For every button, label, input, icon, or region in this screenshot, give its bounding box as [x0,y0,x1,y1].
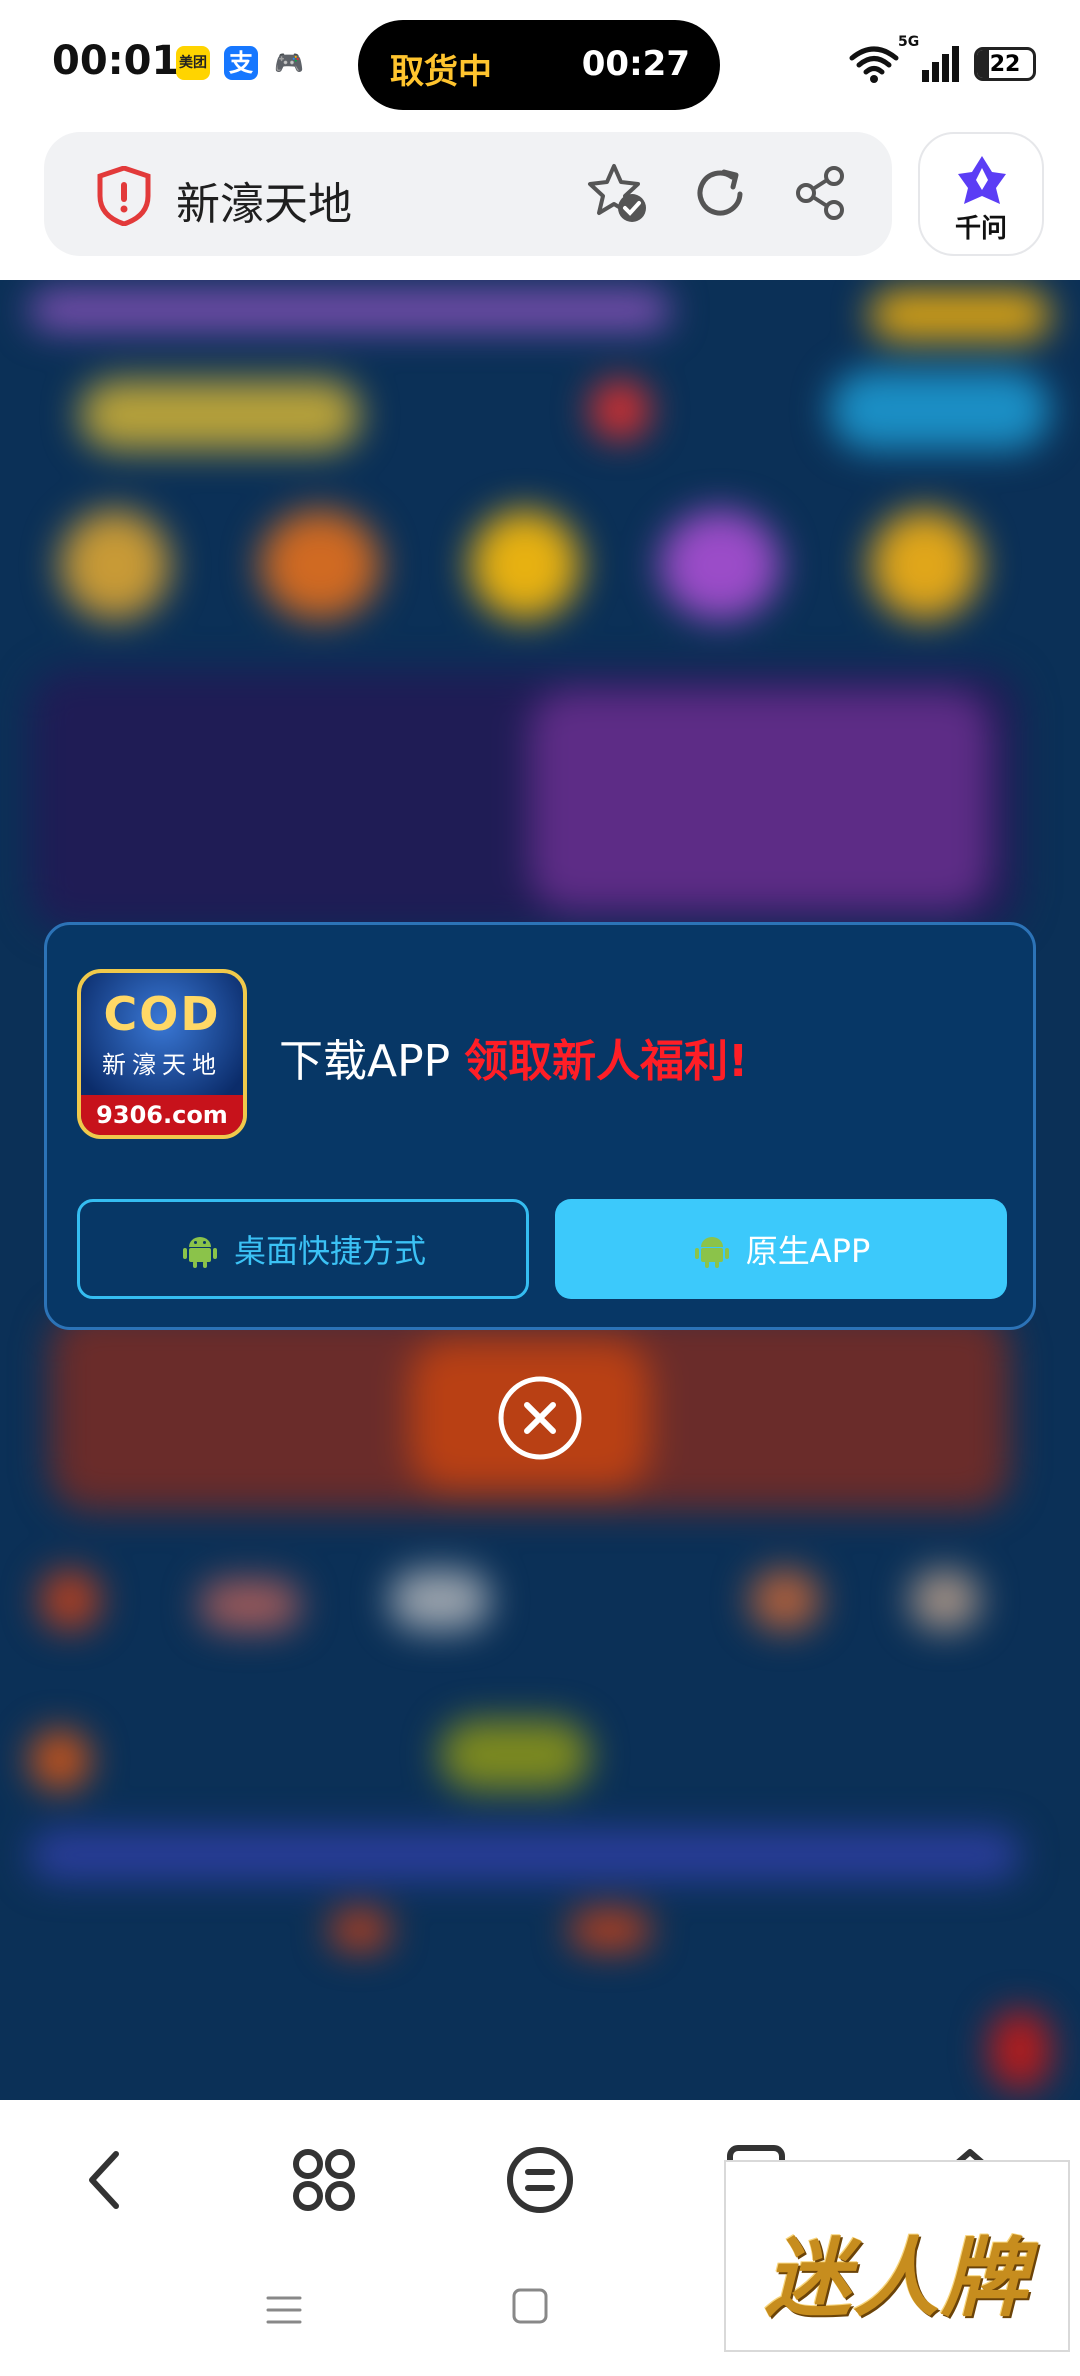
watermark-logo: 迷人牌 [724,2160,1070,2352]
qianwen-label: 千问 [954,214,1007,244]
delivery-timer: 00:27 [581,44,690,84]
status-indicators: 5G 22 [848,34,1036,88]
alipay-icon: 支 [224,46,258,80]
app-icon-url: 9306.com [81,1095,243,1135]
android-icon [182,1237,217,1268]
battery-level: 22 [989,52,1021,77]
native-app-button[interactable]: 原生APP [555,1199,1007,1299]
status-time: 00:01 [52,38,180,84]
close-icon[interactable] [496,1374,584,1462]
headline-promo: 领取新人福利! [464,1036,749,1087]
headline-text: 下载APP [279,1036,465,1087]
watermark-text: 迷人牌 [765,2228,1029,2329]
app-icon: COD 新濠天地 9306.com [77,969,247,1139]
system-home-icon[interactable] [510,2286,550,2326]
page-title[interactable]: 新濠天地 [176,168,352,232]
native-app-label: 原生APP [745,1232,871,1270]
meituan-icon: 美团 [176,46,210,80]
signal-icon [922,46,959,82]
qianwen-logo-icon [958,156,1006,204]
desktop-shortcut-label: 桌面快捷方式 [233,1232,426,1270]
menu-icon[interactable] [500,2140,580,2220]
android-icon [694,1237,729,1268]
cellular-signal: 5G [898,34,962,84]
status-bar: 00:01 美团 支 🎮 取货中 00:27 5G 22 [0,0,1080,128]
app-icon-logo: COD [103,987,221,1041]
address-bar[interactable]: 新濠天地 [44,132,892,256]
apps-grid-icon[interactable] [284,2140,364,2220]
system-recents-icon[interactable] [262,2288,306,2332]
battery-icon: 22 [974,47,1036,81]
live-activity-island[interactable]: 取货中 00:27 [358,20,720,110]
bookmark-star-icon[interactable] [584,160,650,226]
game-icon: 🎮 [272,46,306,80]
app-icon-name: 新濠天地 [102,1051,222,1079]
download-app-modal: COD 新濠天地 9306.com 下载APP 领取新人福利! 桌面快捷方式 原… [44,922,1036,1330]
network-type: 5G [898,34,920,50]
share-icon[interactable] [788,160,854,226]
shield-warning-icon[interactable] [96,166,152,226]
desktop-shortcut-button[interactable]: 桌面快捷方式 [77,1199,529,1299]
modal-headline: 下载APP 领取新人福利! [279,1025,748,1089]
reload-icon[interactable] [688,160,754,226]
wifi-icon [849,46,899,83]
qianwen-assistant-button[interactable]: 千问 [918,132,1044,256]
back-icon[interactable] [68,2140,148,2220]
delivery-status: 取货中 [390,52,492,92]
